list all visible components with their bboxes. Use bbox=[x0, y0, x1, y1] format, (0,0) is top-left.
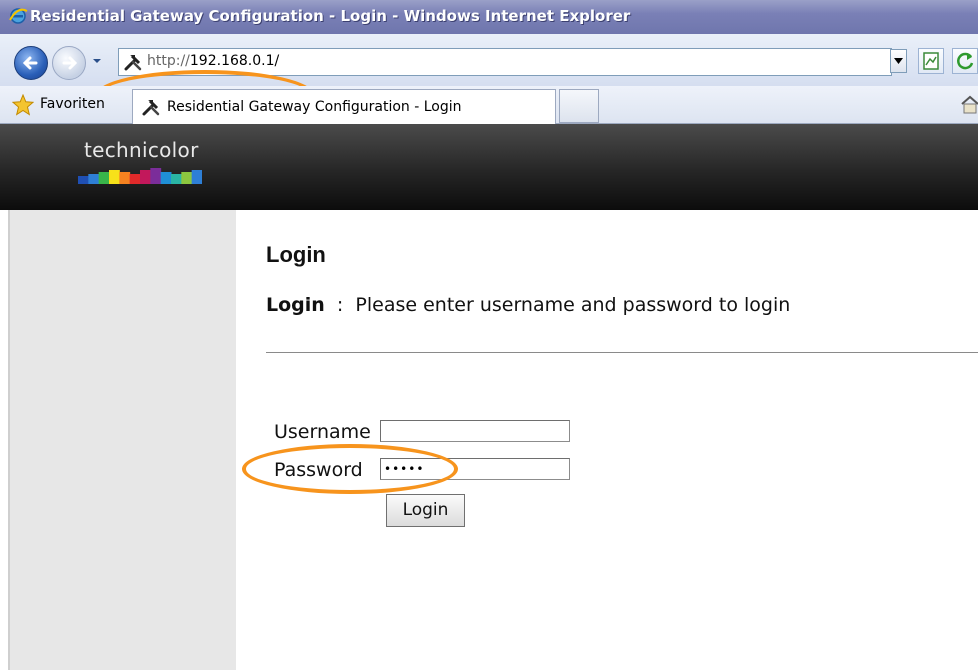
url-host: 192.168.0.1/ bbox=[189, 53, 280, 69]
address-dropdown-button[interactable] bbox=[890, 49, 907, 73]
new-tab-button[interactable] bbox=[559, 89, 599, 123]
password-field[interactable]: ••••• bbox=[380, 458, 570, 480]
divider bbox=[266, 352, 978, 353]
page-left-margin bbox=[0, 210, 8, 670]
window-titlebar: Residential Gateway Configuration - Logi… bbox=[0, 0, 978, 34]
web-page: technicolor Login Login : Please enter u… bbox=[0, 124, 978, 670]
refresh-icon bbox=[957, 52, 974, 70]
password-label: Password bbox=[274, 458, 363, 481]
url-protocol: http:// bbox=[147, 53, 190, 69]
favorites-bar: Favoriten Residential Gateway Configurat… bbox=[0, 86, 978, 124]
brand-header: technicolor bbox=[0, 124, 978, 210]
tab-label: Residential Gateway Configuration - Logi… bbox=[167, 99, 462, 115]
sidebar bbox=[8, 210, 236, 670]
forward-arrow-icon bbox=[62, 56, 78, 70]
main-content: Login Login : Please enter username and … bbox=[236, 210, 978, 670]
back-button[interactable] bbox=[14, 46, 48, 80]
tools-favicon-icon bbox=[124, 54, 142, 71]
login-info-label: Login bbox=[266, 294, 325, 316]
login-instructions: Login : Please enter username and passwo… bbox=[266, 294, 790, 316]
brand-logo-text: technicolor bbox=[84, 138, 199, 162]
back-arrow-icon bbox=[22, 56, 38, 70]
address-bar[interactable]: http://192.168.0.1/ bbox=[118, 48, 892, 76]
login-info-text: Please enter username and password to lo… bbox=[355, 294, 791, 316]
compatibility-view-button[interactable] bbox=[918, 48, 944, 74]
username-label: Username bbox=[274, 420, 371, 443]
tab-residential-gateway-login[interactable]: Residential Gateway Configuration - Logi… bbox=[132, 89, 556, 124]
forward-button[interactable] bbox=[52, 46, 86, 80]
navigation-bar: http://192.168.0.1/ bbox=[0, 34, 978, 120]
internet-explorer-icon bbox=[9, 8, 28, 24]
password-row: Password bbox=[274, 458, 363, 481]
login-button[interactable]: Login bbox=[386, 494, 465, 527]
username-field[interactable] bbox=[380, 420, 570, 442]
username-row: Username bbox=[274, 420, 371, 443]
chevron-down-icon bbox=[894, 58, 903, 64]
home-icon[interactable] bbox=[960, 94, 978, 116]
address-url[interactable]: http://192.168.0.1/ bbox=[147, 53, 279, 69]
favorites-label[interactable]: Favoriten bbox=[40, 96, 105, 112]
tools-favicon-icon bbox=[142, 99, 160, 116]
login-info-separator: : bbox=[336, 294, 344, 316]
refresh-button[interactable] bbox=[952, 48, 978, 74]
favorites-star-icon[interactable] bbox=[12, 94, 34, 116]
recent-pages-chevron-icon[interactable] bbox=[92, 56, 102, 66]
brand-color-stripe-logo bbox=[78, 168, 202, 184]
page-title: Login bbox=[266, 242, 326, 267]
window-title: Residential Gateway Configuration - Logi… bbox=[30, 7, 631, 25]
compatibility-view-icon bbox=[923, 52, 939, 70]
